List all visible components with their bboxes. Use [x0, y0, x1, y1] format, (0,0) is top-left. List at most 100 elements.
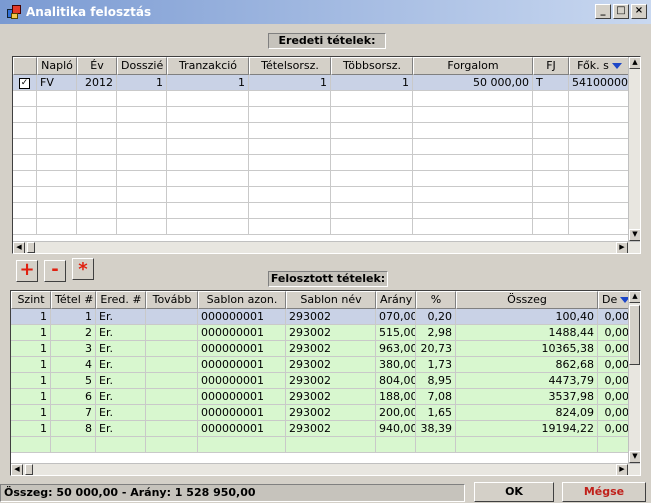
cell-arany: 188,00: [376, 389, 416, 405]
table-row[interactable]: 1 2 Er. 000000001 293002 515,00 2,98 148…: [11, 325, 633, 341]
add-row-button[interactable]: +: [16, 260, 38, 282]
table-row[interactable]: 1 1 Er. 000000001 293002 070,00 0,20 100…: [11, 309, 633, 325]
scroll-up-icon[interactable]: ▲: [629, 291, 640, 303]
scroll-thumb[interactable]: [25, 464, 33, 475]
col-header-forgalom[interactable]: Forgalom: [413, 57, 533, 75]
scroll-right-icon[interactable]: ▶: [616, 464, 628, 475]
cell-arany: 940,00: [376, 421, 416, 437]
row-checkbox-cell[interactable]: ✓: [13, 75, 37, 91]
scroll-down-icon[interactable]: ▼: [629, 451, 640, 463]
cell-sablon-azon: 000000001: [198, 405, 286, 421]
cell-tetel: 8: [51, 421, 96, 437]
scroll-right-icon[interactable]: ▶: [616, 242, 628, 253]
scroll-up-icon[interactable]: ▲: [629, 57, 640, 69]
cell-ered: Er.: [96, 309, 146, 325]
cell-szazalek: 20,73: [416, 341, 456, 357]
col-header-tranzakcio[interactable]: Tranzakció: [167, 57, 249, 75]
distributed-horizontal-scrollbar[interactable]: ◀ ▶: [11, 463, 640, 475]
cell-ered: Er.: [96, 389, 146, 405]
cell-ered: Er.: [96, 325, 146, 341]
cell-szint: 1: [11, 325, 51, 341]
cell-tranzakcio: 1: [167, 75, 249, 91]
original-items-caption: Eredeti tételek:: [268, 33, 386, 49]
cell-ered: Er.: [96, 341, 146, 357]
cell-arany: 515,00: [376, 325, 416, 341]
cell-szint: 1: [11, 373, 51, 389]
cell-sablon-azon: 000000001: [198, 373, 286, 389]
cell-sablon-nev: 293002: [286, 373, 376, 389]
cell-sablon-nev: 293002: [286, 341, 376, 357]
app-icon: [6, 4, 22, 20]
remove-row-button[interactable]: -: [44, 260, 66, 282]
table-row[interactable]: 1 6 Er. 000000001 293002 188,00 7,08 353…: [11, 389, 633, 405]
scroll-left-icon[interactable]: ◀: [11, 464, 23, 475]
col-header-check[interactable]: [13, 57, 37, 75]
table-row[interactable]: 1 5 Er. 000000001 293002 804,00 8,95 447…: [11, 373, 633, 389]
original-vertical-scrollbar[interactable]: ▲ ▼: [628, 57, 640, 241]
cell-arany: 804,00: [376, 373, 416, 389]
star-button[interactable]: *: [72, 258, 94, 280]
distributed-items-grid[interactable]: Szint Tétel # Ered. # Tovább Sablon azon…: [10, 290, 641, 476]
original-items-grid[interactable]: Napló Év Dosszié Tranzakció Tételsorsz. …: [12, 56, 641, 254]
table-row-partial[interactable]: [11, 437, 633, 453]
sort-down-icon[interactable]: [611, 63, 622, 69]
col-header-ev[interactable]: Év: [77, 57, 117, 75]
col-header-sablon-nev[interactable]: Sablon név: [286, 291, 376, 309]
close-button[interactable]: ×: [631, 4, 647, 19]
col-header-tetel[interactable]: Tétel #: [51, 291, 96, 309]
table-row[interactable]: 1 8 Er. 000000001 293002 940,00 38,39 19…: [11, 421, 633, 437]
empty-row: [13, 171, 630, 187]
cell-sablon-azon: 000000001: [198, 357, 286, 373]
col-header-fj[interactable]: FJ: [533, 57, 569, 75]
original-row[interactable]: ✓ FV 2012 1 1 1 1 50 000,00 T 54100000: [13, 75, 630, 91]
status-bar: Összeg: 50 000,00 - Arány: 1 528 950,00: [0, 484, 465, 502]
scroll-left-icon[interactable]: ◀: [13, 242, 25, 253]
cell-szazalek: 8,95: [416, 373, 456, 389]
cell-szazalek: 2,98: [416, 325, 456, 341]
col-header-fok[interactable]: Fők. s: [569, 57, 630, 75]
ok-button[interactable]: OK: [474, 482, 554, 502]
original-horizontal-scrollbar[interactable]: ◀ ▶: [13, 241, 640, 253]
minimize-button[interactable]: _: [595, 4, 611, 19]
col-header-sablon-azon[interactable]: Sablon azon.: [198, 291, 286, 309]
cell-tovabb: [146, 325, 198, 341]
col-header-arany[interactable]: Arány: [376, 291, 416, 309]
col-header-naplo[interactable]: Napló: [37, 57, 77, 75]
cell-tovabb: [146, 357, 198, 373]
title-bar[interactable]: Analitika felosztás _ □ ×: [0, 0, 651, 24]
col-header-tobbsorsz[interactable]: Többsorsz.: [331, 57, 413, 75]
cell-szazalek: 7,08: [416, 389, 456, 405]
scroll-thumb[interactable]: [27, 242, 35, 253]
distributed-header-row: Szint Tétel # Ered. # Tovább Sablon azon…: [11, 291, 633, 309]
cell-ered: Er.: [96, 357, 146, 373]
cell-tetel: 7: [51, 405, 96, 421]
cancel-button[interactable]: Mégse: [562, 482, 646, 502]
distributed-vertical-scrollbar[interactable]: ▲ ▼: [628, 291, 640, 463]
maximize-button[interactable]: □: [613, 4, 629, 19]
table-row[interactable]: 1 3 Er. 000000001 293002 963,00 20,73 10…: [11, 341, 633, 357]
col-header-szint[interactable]: Szint: [11, 291, 51, 309]
col-header-dosszie[interactable]: Dosszié: [117, 57, 167, 75]
table-row[interactable]: 1 7 Er. 000000001 293002 200,00 1,65 824…: [11, 405, 633, 421]
cell-szint: 1: [11, 341, 51, 357]
empty-row: [13, 91, 630, 107]
scroll-down-icon[interactable]: ▼: [629, 229, 640, 241]
cell-tetel: 5: [51, 373, 96, 389]
cell-ev: 2012: [77, 75, 117, 91]
col-header-ered[interactable]: Ered. #: [96, 291, 146, 309]
cell-szint: 1: [11, 421, 51, 437]
empty-row: [13, 187, 630, 203]
scroll-thumb[interactable]: [629, 305, 640, 365]
col-header-tetelsorsz[interactable]: Tételsorsz.: [249, 57, 331, 75]
cell-arany: 963,00: [376, 341, 416, 357]
cell-szazalek: 38,39: [416, 421, 456, 437]
col-header-osszeg[interactable]: Összeg: [456, 291, 598, 309]
row-checkbox[interactable]: ✓: [19, 77, 30, 89]
table-row[interactable]: 1 4 Er. 000000001 293002 380,00 1,73 862…: [11, 357, 633, 373]
col-header-tovabb[interactable]: Tovább: [146, 291, 198, 309]
cell-ered: Er.: [96, 421, 146, 437]
empty-row: [13, 155, 630, 171]
cell-fj: T: [533, 75, 569, 91]
col-header-szazalek[interactable]: %: [416, 291, 456, 309]
cell-naplo: FV: [37, 75, 77, 91]
